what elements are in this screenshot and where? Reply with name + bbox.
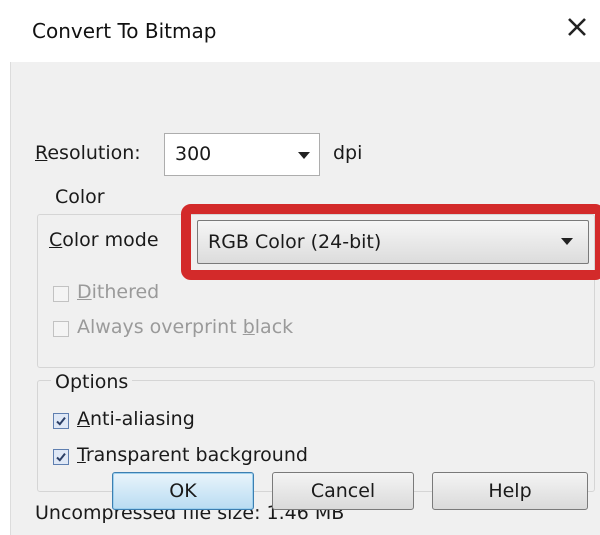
highlight-box xyxy=(181,204,600,280)
transparent-background-label: Transparent background xyxy=(77,444,308,466)
color-group-title: Color xyxy=(51,186,109,208)
color-mode-label: Color mode xyxy=(49,229,159,251)
checkmark-icon xyxy=(56,416,66,426)
resolution-unit: dpi xyxy=(333,142,363,164)
dithered-checkbox[interactable] xyxy=(53,286,69,302)
close-icon[interactable] xyxy=(562,12,592,42)
transparent-background-checkbox[interactable] xyxy=(53,449,69,465)
resolution-value: 300 xyxy=(175,143,212,165)
overprint-black-checkbox[interactable] xyxy=(53,321,69,337)
checkmark-icon xyxy=(56,452,66,462)
resolution-dropdown[interactable]: 300 xyxy=(164,133,320,176)
anti-aliasing-label: Anti-aliasing xyxy=(77,408,195,430)
chevron-down-icon xyxy=(298,152,310,159)
ok-button[interactable]: OK xyxy=(112,472,254,510)
dialog-body: Resolution: 300 dpi Color Color mode RGB… xyxy=(10,62,600,535)
title-bar: Convert To Bitmap xyxy=(10,0,600,63)
help-button[interactable]: Help xyxy=(432,472,588,510)
anti-aliasing-checkbox[interactable] xyxy=(53,413,69,429)
cancel-button[interactable]: Cancel xyxy=(272,472,414,510)
resolution-label: Resolution: xyxy=(35,142,141,164)
dithered-label: Dithered xyxy=(77,281,160,303)
window-title: Convert To Bitmap xyxy=(32,19,217,43)
overprint-black-label: Always overprint black xyxy=(77,316,294,338)
options-group-title: Options xyxy=(51,371,133,393)
